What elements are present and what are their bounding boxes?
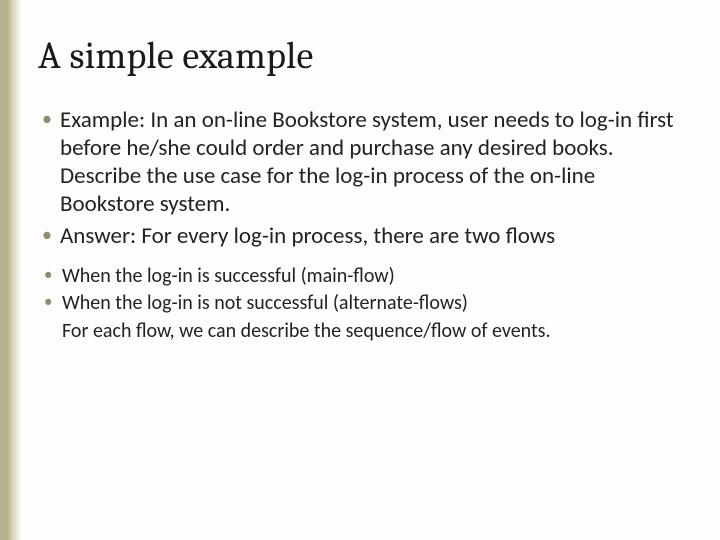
body-bullet-1: Example: In an on-line Bookstore system,… [60, 106, 690, 218]
sub-bullet-1: When the log-in is successful (main-flow… [62, 264, 690, 289]
slide: A simple example Example: In an on-line … [0, 0, 720, 540]
left-accent-bar [0, 0, 22, 540]
body-bullet-2: Answer: For every log-in process, there … [60, 222, 690, 250]
body-list: Example: In an on-line Bookstore system,… [38, 106, 690, 250]
sub-list: When the log-in is successful (main-flow… [38, 264, 690, 344]
sub-plain-line: For each flow, we can describe the seque… [62, 319, 690, 344]
slide-title: A simple example [38, 34, 690, 78]
slide-content: A simple example Example: In an on-line … [38, 34, 690, 346]
sub-bullet-2: When the log-in is not successful (alter… [62, 291, 690, 316]
